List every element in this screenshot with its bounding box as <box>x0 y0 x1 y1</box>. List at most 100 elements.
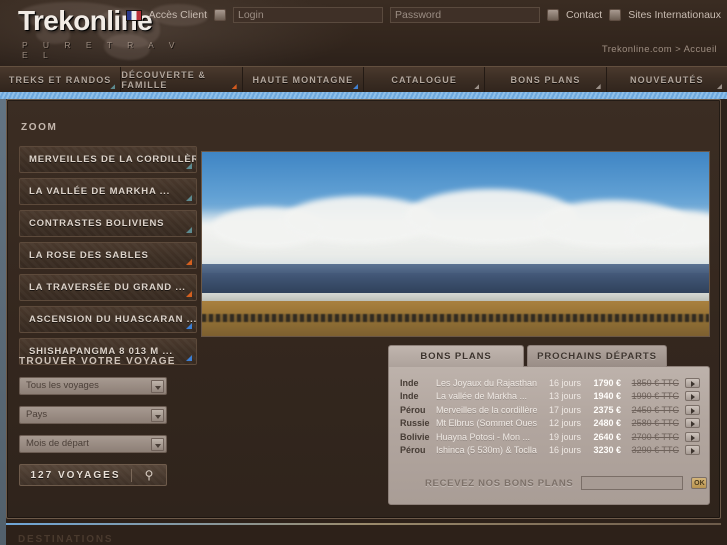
row-price: 2640 € <box>593 431 621 442</box>
row-go-arrow-icon[interactable] <box>685 431 700 442</box>
password-input[interactable] <box>390 7 540 23</box>
row-old-price: 1990 € TTC <box>631 391 679 402</box>
row-trip-name: Merveilles de la cordillère ... <box>436 404 537 415</box>
row-old-price: 2450 € TTC <box>631 404 679 415</box>
row-go-arrow-icon[interactable] <box>685 445 700 456</box>
row-go-arrow-icon[interactable] <box>685 418 700 429</box>
chevron-down-icon <box>151 438 164 451</box>
corner-arrow-icon <box>186 291 192 297</box>
lock-icon <box>214 9 226 21</box>
hero-wildebeest-herd <box>202 313 709 323</box>
zoom-list-item-label: LA VALLÉE DE MARKHA ... <box>29 186 171 197</box>
corner-arrow-icon <box>186 195 192 201</box>
zoom-list-item[interactable]: MERVEILLES DE LA CORDILLÈRE ... <box>19 146 197 173</box>
nav-item-2[interactable]: HAUTE MONTAGNE <box>243 67 364 92</box>
newsletter-submit-button[interactable]: OK <box>691 477 708 489</box>
zoom-list-item[interactable]: LA TRAVERSÉE DU GRAND ... <box>19 274 197 301</box>
nav-item-4[interactable]: BONS PLANS <box>485 67 607 92</box>
row-price: 3230 € <box>593 445 621 456</box>
row-trip-name: Huayna Potosi - Mon ... <box>436 431 531 442</box>
bons-plans-table: Inde Les Joyaux du Rajasthan ... 16 jours 1… <box>400 376 700 457</box>
main-navigation: TREKS ET RANDOS DÉCOUVERTE & FAMILLE HAUTE… <box>0 66 727 92</box>
nav-item-5[interactable]: NOUVEAUTÉS <box>607 67 727 92</box>
bons-plans-row[interactable]: Inde Les Joyaux du Rajasthan ... 16 jours 1… <box>400 376 700 390</box>
row-go-arrow-icon[interactable] <box>685 404 700 415</box>
find-trip-title: TROUVER VOTRE VOYAGE <box>19 356 176 367</box>
row-duration: 17 jours <box>548 404 581 415</box>
zoom-section-title: ZOOM <box>21 122 58 133</box>
international-sites-link[interactable]: Sites Internationaux <box>628 9 721 21</box>
contact-link[interactable]: Contact <box>566 9 602 21</box>
row-country: Inde <box>400 391 419 402</box>
newsletter-label: RECEVEZ NOS BONS PLANS <box>425 477 574 489</box>
chevron-down-icon <box>151 380 164 393</box>
month-select[interactable]: Mois de départ <box>19 435 167 453</box>
row-country: Pérou <box>400 445 426 456</box>
country-select[interactable]: Pays <box>19 406 167 424</box>
row-trip-name: Mt Elbrus (Sommet Ouest ... <box>436 418 537 429</box>
zoom-trip-list: MERVEILLES DE LA CORDILLÈRE ... LA VALLÉE… <box>19 146 197 370</box>
trip-type-select[interactable]: Tous les voyages <box>19 377 167 395</box>
french-flag-icon[interactable] <box>125 9 142 21</box>
bons-plans-row[interactable]: Russie Mt Elbrus (Sommet Ouest ... 12 jour… <box>400 417 700 431</box>
zoom-list-item[interactable]: LA ROSE DES SABLES <box>19 242 197 269</box>
nav-item-0[interactable]: TREKS ET RANDOS <box>0 67 122 92</box>
bons-plans-tab-0[interactable]: BONS PLANS <box>388 345 524 367</box>
bons-plans-row[interactable]: Bolivie Huayna Potosi - Mon ... 19 jours 26… <box>400 430 700 444</box>
magnifier-icon: ⚲ <box>144 468 154 482</box>
client-access-label[interactable]: Accès Client <box>149 9 207 21</box>
hero-mountains-far <box>202 273 709 294</box>
bons-plans-row[interactable]: Pérou Ishinca (5 530m) & Tocllaraju ... 16… <box>400 444 700 458</box>
row-trip-name: Ishinca (5 530m) & Tocllaraju ... <box>436 445 537 456</box>
nav-item-label: HAUTE MONTAGNE <box>252 74 354 85</box>
bons-plans-widget: BONS PLANS PROCHAINS DÉPARTS Inde Les Joya… <box>388 345 710 505</box>
search-trips-button[interactable]: 127 VOYAGES ⚲ <box>19 464 167 486</box>
page-root: Trekonline P U R E T R A V E L Accès Cli… <box>0 0 727 545</box>
search-trips-label: 127 VOYAGES <box>30 469 121 481</box>
find-trip-form: TROUVER VOTRE VOYAGE Tous les voyages Pa… <box>19 356 197 486</box>
zoom-list-item[interactable]: CONTRASTES BOLIVIENS <box>19 210 197 237</box>
corner-arrow-icon <box>186 259 192 265</box>
login-input[interactable] <box>233 7 383 23</box>
nav-item-label: CATALOGUE <box>391 74 457 85</box>
header-utility-bar: Accès Client Contact Sites Internationau… <box>125 6 721 24</box>
bons-plans-tab-1[interactable]: PROCHAINS DÉPARTS <box>527 345 667 367</box>
contact-icon <box>609 9 622 21</box>
zoom-list-item-label: CONTRASTES BOLIVIENS <box>29 218 165 229</box>
newsletter-signup: RECEVEZ NOS BONS PLANS OK <box>425 476 708 490</box>
row-country: Pérou <box>400 404 426 415</box>
row-go-arrow-icon[interactable] <box>685 391 700 402</box>
nav-highlight-strip <box>0 92 727 99</box>
row-country: Inde <box>400 377 419 388</box>
bons-plans-row[interactable]: Inde La vallée de Markha ... 13 jours 1940 … <box>400 390 700 404</box>
bons-plans-row[interactable]: Pérou Merveilles de la cordillère ... 17 j… <box>400 403 700 417</box>
hero-image[interactable] <box>201 151 710 337</box>
bons-plans-tabs: BONS PLANS PROCHAINS DÉPARTS <box>388 345 667 367</box>
bons-plans-body: Inde Les Joyaux du Rajasthan ... 16 jours 1… <box>388 366 710 505</box>
zoom-list-item-label: ASCENSION DU HUASCARAN ... <box>29 314 197 325</box>
content-panel: ZOOM MERVEILLES DE LA CORDILLÈRE ... LA V… <box>6 99 721 519</box>
nav-item-label: NOUVEAUTÉS <box>630 74 704 85</box>
row-country: Bolivie <box>400 431 430 442</box>
country-value: Pays <box>26 409 48 420</box>
row-old-price: 3290 € TTC <box>631 445 679 456</box>
zoom-list-item-label: LA TRAVERSÉE DU GRAND ... <box>29 282 186 293</box>
zoom-list-item-label: LA ROSE DES SABLES <box>29 250 149 261</box>
footer-divider <box>6 523 721 525</box>
row-price: 1790 € <box>593 377 621 388</box>
row-old-price: 1850 € TTC <box>631 377 679 388</box>
row-trip-name: Les Joyaux du Rajasthan ... <box>436 377 537 388</box>
nav-item-1[interactable]: DÉCOUVERTE & FAMILLE <box>121 67 243 92</box>
row-old-price: 2700 € TTC <box>631 431 679 442</box>
zoom-list-item[interactable]: ASCENSION DU HUASCARAN ... <box>19 306 197 333</box>
newsletter-email-input[interactable] <box>581 476 684 490</box>
zoom-list-item[interactable]: LA VALLÉE DE MARKHA ... <box>19 178 197 205</box>
row-price: 1940 € <box>593 391 621 402</box>
row-country: Russie <box>400 418 430 429</box>
row-go-arrow-icon[interactable] <box>685 377 700 388</box>
zoom-list-item-label: MERVEILLES DE LA CORDILLÈRE ... <box>29 154 196 165</box>
row-trip-name: La vallée de Markha ... <box>436 391 528 402</box>
nav-item-3[interactable]: CATALOGUE <box>364 67 486 92</box>
logo-tagline: P U R E T R A V E L <box>22 40 181 60</box>
month-value: Mois de départ <box>26 438 89 449</box>
